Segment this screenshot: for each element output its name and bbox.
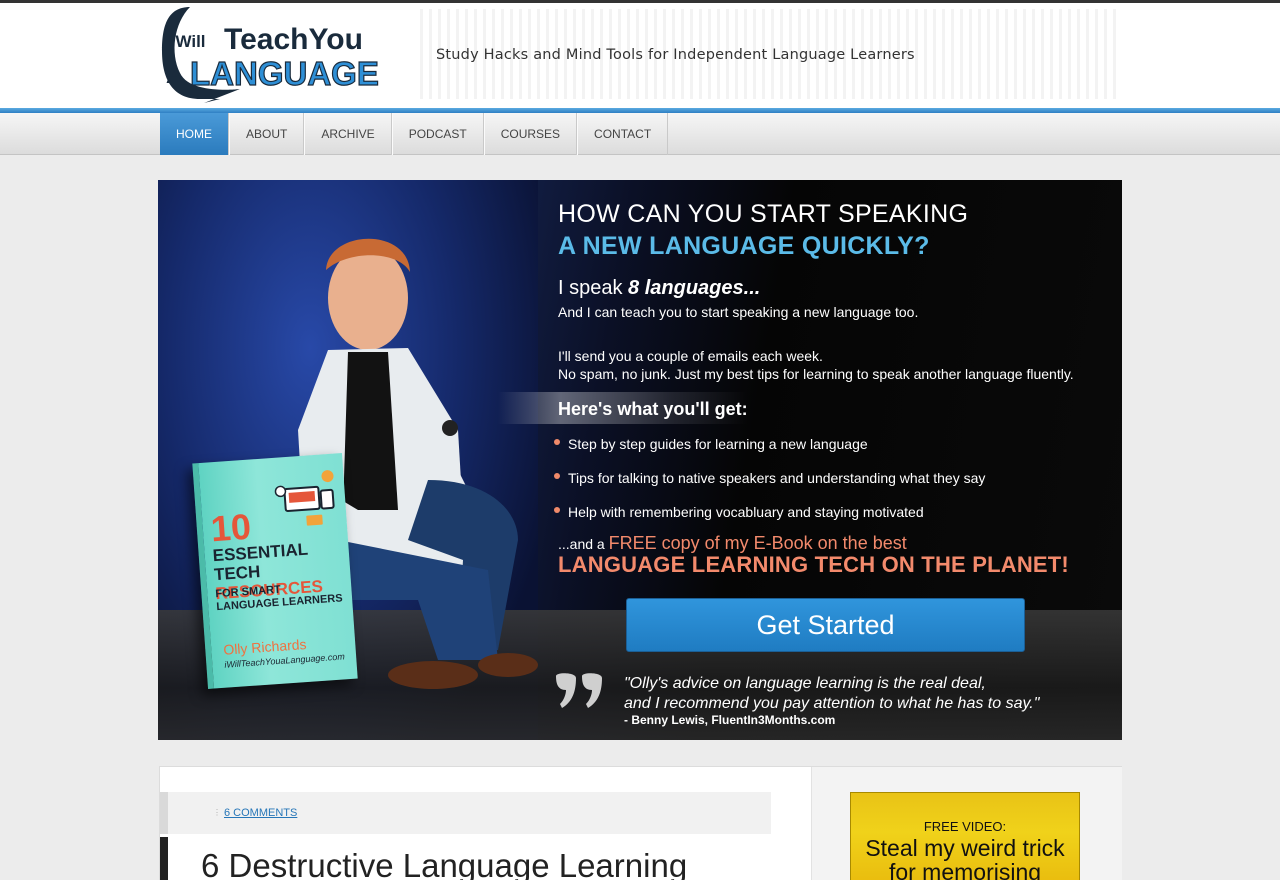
bullet-dot-icon (554, 507, 560, 513)
benefits-list: Step by step guides for learning a new l… (554, 436, 1094, 538)
ebook-offer-line: ...and a FREE copy of my E-Book on the b… (558, 533, 907, 554)
hero-email-line2: No spam, no junk. Just my best tips for … (558, 366, 1074, 382)
ad-kicker: FREE VIDEO: (923, 819, 1007, 834)
benefit-item: Tips for talking to native speakers and … (554, 470, 1094, 504)
ad-title-line2: for memorising (888, 859, 1042, 880)
nav-item-contact[interactable]: CONTACT (577, 113, 669, 155)
nav-item-home[interactable]: HOME (160, 113, 229, 155)
tech-devices-icon (274, 470, 335, 526)
benefit-text: Tips for talking to native speakers and … (568, 470, 986, 486)
benefits-heading: Here's what you'll get: (558, 399, 748, 419)
logo-line1: I Will (166, 32, 206, 51)
benefit-text: Step by step guides for learning a new l… (568, 436, 868, 452)
benefit-text: Help with remembering vocabluary and sta… (568, 504, 924, 520)
post-header: 6 Destructive Language Learning (160, 837, 771, 880)
hero-speak-line: I speak 8 languages... (558, 277, 760, 300)
get-started-button[interactable]: Get Started (626, 598, 1025, 652)
nav-item-archive[interactable]: ARCHIVE (304, 113, 392, 155)
hero-headline-line2: A NEW LANGUAGE QUICKLY? (558, 232, 930, 260)
logo-line2: TeachYou (224, 23, 363, 56)
testimonial-line2: and I recommend you pay attention to wha… (624, 695, 1040, 712)
ebook-cover: 10 ESSENTIAL TECH RESOURCES FOR SMART LA… (192, 453, 358, 689)
hero-headline-line1: HOW CAN YOU START SPEAKING (558, 200, 969, 228)
content-area: ⋮ 6 COMMENTS 6 Destructive Language Lear… (159, 766, 1122, 880)
benefit-item: Step by step guides for learning a new l… (554, 436, 1094, 470)
quote-mark-icon (556, 673, 602, 708)
sidebar-video-ad[interactable]: FREE VIDEO: Steal my weird trick for mem… (850, 792, 1080, 880)
ebook-offer-free: FREE copy of my E-Book on the best (608, 533, 907, 553)
logo-line3: A (166, 63, 182, 88)
site-logo[interactable]: I Will TeachYou A LANGUAGE (160, 3, 388, 103)
testimonial-quote: "Olly's advice on language learning is t… (624, 674, 1039, 714)
bullet-dot-icon (554, 473, 560, 479)
logo-line4: LANGUAGE (190, 55, 379, 92)
site-tagline: Study Hacks and Mind Tools for Independe… (436, 47, 915, 63)
main-nav: HOME ABOUT ARCHIVE PODCAST COURSES CONTA… (0, 113, 1280, 155)
comments-link[interactable]: 6 COMMENTS (224, 807, 297, 819)
nav-item-podcast[interactable]: PODCAST (391, 113, 484, 155)
ebook-offer-title: LANGUAGE LEARNING TECH ON THE PLANET! (558, 552, 1069, 577)
bullet-dot-icon (554, 439, 560, 445)
nav-item-about[interactable]: ABOUT (229, 113, 305, 155)
hero-speak-prefix: I speak (558, 277, 629, 299)
meta-separator-icon: ⋮ (213, 808, 221, 817)
testimonial-line1: "Olly's advice on language learning is t… (624, 675, 986, 692)
post-title[interactable]: 6 Destructive Language Learning (201, 847, 687, 880)
hero-copy: HOW CAN YOU START SPEAKING A NEW LANGUAG… (498, 180, 1122, 740)
ad-title: Steal my weird trick for memorising (851, 836, 1079, 880)
ad-title-line1: Steal my weird trick (865, 835, 1065, 861)
post-meta-bar: ⋮ 6 COMMENTS (160, 792, 771, 834)
hero-teach-line: And I can teach you to start speaking a … (558, 304, 919, 320)
testimonial-author: - Benny Lewis, FluentIn3Months.com (624, 713, 836, 727)
nav-item-courses[interactable]: COURSES (483, 113, 578, 155)
nav-list: HOME ABOUT ARCHIVE PODCAST COURSES CONTA… (160, 113, 669, 155)
ebook-offer-prefix: ...and a (558, 536, 609, 552)
site-header: I Will TeachYou A LANGUAGE Study Hacks a… (0, 3, 1280, 108)
hero-optin-banner: 10 ESSENTIAL TECH RESOURCES FOR SMART LA… (158, 180, 1122, 740)
hero-email-line1: I'll send you a couple of emails each we… (558, 348, 823, 364)
hero-speak-emphasis: 8 languages... (628, 277, 761, 299)
